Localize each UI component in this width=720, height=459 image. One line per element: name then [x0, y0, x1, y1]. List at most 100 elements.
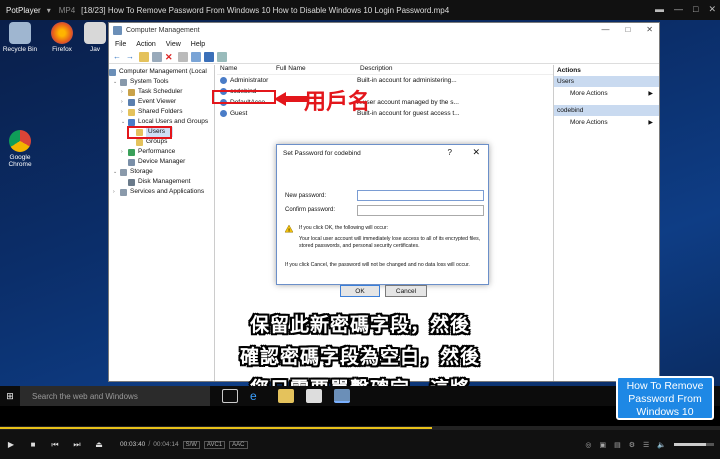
- chevron-right-icon[interactable]: ›: [113, 187, 120, 197]
- chevron-right-icon: ▶: [648, 119, 653, 126]
- event-viewer-icon: [128, 98, 135, 106]
- minimize-icon[interactable]: —: [601, 25, 609, 34]
- cm-title-bar: Computer Management — □ ✕: [109, 23, 659, 38]
- chevron-down-icon[interactable]: ▾: [47, 6, 51, 15]
- column-full-name[interactable]: Full Name: [273, 65, 357, 74]
- show-tree-icon[interactable]: [152, 51, 162, 62]
- tree-label: Computer Management (Local: [119, 68, 207, 75]
- tree-item-event-viewer[interactable]: › Event Viewer: [109, 97, 214, 107]
- row-name: Administrator: [230, 77, 269, 84]
- more-actions-codebind[interactable]: More Actions ▶: [554, 116, 659, 128]
- decoder-tag[interactable]: S/W: [182, 440, 200, 449]
- export-list-icon[interactable]: [217, 51, 227, 62]
- volume-slider[interactable]: [674, 443, 714, 446]
- tree-item-task-scheduler[interactable]: › Task Scheduler: [109, 87, 214, 97]
- windows-taskbar: ⊞ Search the web and Windows e: [0, 386, 720, 406]
- tree-item-computer-management[interactable]: Computer Management (Local: [109, 67, 214, 77]
- player-controls-right: ◎ ▣ ▤ ⚙ ☰ 🔈: [585, 441, 714, 449]
- menu-help[interactable]: Help: [191, 41, 205, 48]
- subtitle-icon[interactable]: ▤: [614, 441, 621, 449]
- chevron-right-icon[interactable]: ›: [121, 147, 128, 157]
- table-row[interactable]: Administrator Built-in account for admin…: [217, 75, 553, 86]
- actions-section-codebind[interactable]: codebind: [554, 105, 659, 116]
- stop-icon[interactable]: ■: [22, 440, 44, 449]
- play-icon[interactable]: ▶: [0, 440, 22, 449]
- close-icon[interactable]: ✕: [472, 147, 480, 158]
- video-codec-tag[interactable]: AVC1: [203, 440, 226, 449]
- tree-item-services-and-applications[interactable]: › Services and Applications: [109, 187, 214, 197]
- player-title-bar: PotPlayer ▾ MP4 [18/23] How To Remove Pa…: [0, 0, 720, 20]
- menu-action[interactable]: Action: [136, 41, 155, 48]
- tree-item-disk-management[interactable]: Disk Management: [109, 177, 214, 187]
- help-icon[interactable]: ?: [448, 148, 452, 157]
- audio-codec-tag[interactable]: AAC: [229, 440, 248, 449]
- recycle-bin-icon: [9, 22, 31, 44]
- actions-section-users[interactable]: Users: [554, 76, 659, 87]
- chevron-down-icon[interactable]: ⌄: [113, 167, 120, 177]
- tree-item-performance[interactable]: › Performance: [109, 147, 214, 157]
- eject-icon[interactable]: ⏏: [88, 440, 110, 449]
- chevron-right-icon[interactable]: ›: [121, 97, 128, 107]
- desktop-icon-chrome[interactable]: Google Chrome: [0, 130, 40, 168]
- desktop-icon-jav[interactable]: Jav: [84, 22, 106, 53]
- 3d-icon[interactable]: ▣: [599, 441, 606, 449]
- file-icon: [84, 22, 106, 44]
- column-description[interactable]: Description: [357, 65, 393, 74]
- actions-header: Actions: [557, 67, 581, 74]
- chevron-right-icon[interactable]: ›: [121, 107, 128, 117]
- tree-item-device-manager[interactable]: Device Manager: [109, 157, 214, 167]
- edge-icon[interactable]: e: [250, 389, 266, 403]
- column-name[interactable]: Name: [217, 65, 273, 74]
- potplayer-window: PotPlayer ▾ MP4 [18/23] How To Remove Pa…: [0, 0, 720, 459]
- tree-item-shared-folders[interactable]: › Shared Folders: [109, 107, 214, 117]
- store-icon[interactable]: [306, 389, 322, 403]
- maximize-icon[interactable]: □: [625, 25, 630, 34]
- playlist-icon[interactable]: ☰: [643, 441, 649, 449]
- tree-item-storage[interactable]: ⌄ Storage: [109, 167, 214, 177]
- tree-label: System Tools: [130, 78, 169, 85]
- settings-icon[interactable]: ⚙: [629, 441, 635, 449]
- desktop-icon-label: Firefox: [52, 46, 72, 53]
- list-header: Name Full Name Description: [217, 65, 553, 75]
- up-folder-icon[interactable]: [139, 51, 149, 62]
- windows-start-icon[interactable]: ⊞: [0, 391, 20, 402]
- row-name: Guest: [230, 110, 248, 117]
- maximize-icon[interactable]: □: [693, 4, 698, 15]
- task-view-icon[interactable]: [222, 389, 238, 403]
- next-icon[interactable]: ⏭: [66, 440, 88, 450]
- more-actions-users[interactable]: More Actions ▶: [554, 87, 659, 99]
- chevron-down-icon[interactable]: ⌄: [113, 77, 120, 87]
- desktop-icon-firefox[interactable]: Firefox: [42, 22, 82, 53]
- minimize-icon[interactable]: —: [674, 4, 683, 15]
- cancel-button[interactable]: Cancel: [385, 285, 427, 297]
- properties-icon[interactable]: [178, 51, 188, 62]
- refresh-icon[interactable]: [191, 51, 201, 62]
- vr-360-icon[interactable]: ◎: [585, 441, 591, 449]
- ok-button[interactable]: OK: [340, 285, 380, 297]
- close-icon[interactable]: ✕: [646, 25, 653, 34]
- chevron-right-icon[interactable]: ›: [121, 87, 128, 97]
- player-brand[interactable]: PotPlayer: [0, 6, 47, 15]
- menu-view[interactable]: View: [166, 41, 181, 48]
- volume-icon[interactable]: 🔈: [657, 441, 666, 449]
- table-row[interactable]: Guest Built-in account for guest access …: [217, 108, 553, 119]
- desktop-icon-recycle-bin[interactable]: Recycle Bin: [0, 22, 40, 53]
- close-icon[interactable]: ✕: [708, 4, 716, 15]
- computer-management-taskbar-icon[interactable]: [334, 389, 350, 403]
- back-icon[interactable]: ←: [113, 52, 123, 62]
- delete-icon[interactable]: ✕: [165, 52, 175, 62]
- desktop-icon-label: Jav: [89, 46, 101, 53]
- video-area[interactable]: Recycle Bin Firefox Jav Google Chrome Co…: [0, 20, 720, 406]
- new-password-field[interactable]: [357, 190, 484, 201]
- menu-file[interactable]: File: [115, 41, 126, 48]
- file-explorer-icon[interactable]: [278, 389, 294, 403]
- confirm-password-field[interactable]: [357, 205, 484, 216]
- previous-icon[interactable]: ⏮: [44, 440, 66, 450]
- help-icon[interactable]: [204, 51, 214, 62]
- pin-icon[interactable]: ▬: [655, 4, 664, 15]
- warning-title: If you click OK, the following will occu…: [299, 225, 389, 231]
- services-icon: [120, 188, 127, 196]
- tree-item-system-tools[interactable]: ⌄ System Tools: [109, 77, 214, 87]
- forward-icon[interactable]: →: [126, 52, 136, 62]
- taskbar-search-box[interactable]: Search the web and Windows: [20, 386, 210, 406]
